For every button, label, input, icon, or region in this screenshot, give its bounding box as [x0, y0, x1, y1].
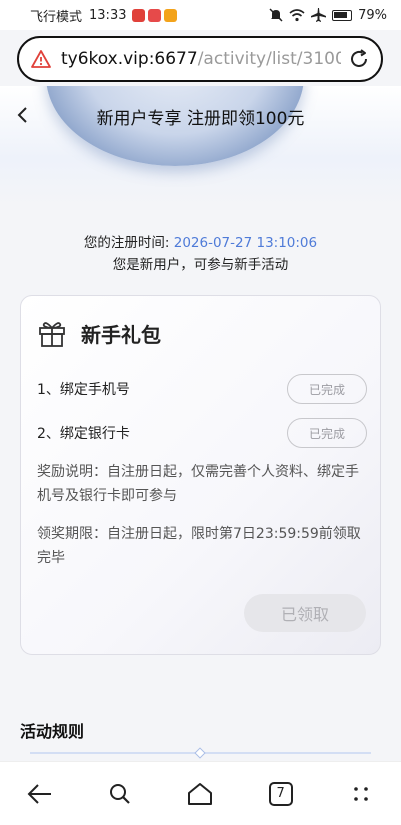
status-right: 79%	[269, 8, 387, 23]
page-header: 新用户专享 注册即领100元	[0, 94, 401, 138]
registration-info: 您的注册时间: 2026-07-27 13:10:06 您是新用户，可参与新手活…	[0, 232, 401, 276]
browser-bottom-nav: 7	[0, 761, 401, 825]
url-text[interactable]: ty6kox.vip:6677/activity/list/3100(	[61, 49, 341, 69]
tabs-button[interactable]: 7	[261, 774, 301, 814]
app-red-badge-icon	[132, 8, 146, 22]
status-time: 13:33	[89, 7, 127, 23]
warning-icon[interactable]	[31, 49, 51, 69]
new-user-note: 您是新用户，可参与新手活动	[112, 257, 289, 273]
registration-time: 2026-07-27 13:10:06	[173, 235, 318, 251]
url-host: ty6kox.vip:6677	[61, 49, 198, 69]
task-status-button[interactable]: 已完成	[287, 418, 367, 448]
wifi-icon	[289, 8, 305, 21]
status-left: 飞行模式 13:33	[30, 6, 178, 25]
task-status-button[interactable]: 已完成	[287, 374, 367, 404]
address-bar[interactable]: ty6kox.vip:6677/activity/list/3100(	[17, 36, 383, 82]
newbie-gift-card: 新手礼包 1、绑定手机号 已完成 2、绑定银行卡 已完成 奖励说明：自注册日起，…	[20, 295, 381, 655]
card-header: 新手礼包	[37, 318, 161, 348]
deadline-description: 领奖期限：自注册日起，限时第7日23:59:59前领取完毕	[37, 526, 361, 566]
app-orange-badge-icon	[164, 8, 178, 22]
tabs-count: 7	[268, 781, 293, 806]
reload-icon[interactable]	[347, 47, 371, 71]
rules-title: 活动规则	[20, 722, 85, 741]
task-row-bind-phone: 1、绑定手机号 已完成	[37, 374, 367, 404]
app-red-badge-icon	[148, 8, 162, 22]
gift-icon	[39, 322, 65, 347]
url-path: /activity/list/3100(	[197, 49, 341, 69]
battery-icon	[332, 9, 353, 21]
status-bar: 飞行模式 13:33 79%	[0, 0, 401, 30]
arrow-left-icon	[27, 783, 52, 804]
battery-percent: 79%	[358, 7, 387, 23]
registration-time-label: 您的注册时间:	[83, 235, 170, 251]
reward-description: 奖励说明：自注册日起，仅需完善个人资料、绑定手机号及银行卡即可参与	[37, 464, 359, 504]
search-button[interactable]	[100, 774, 140, 814]
search-icon	[110, 783, 131, 804]
task-label: 1、绑定手机号	[37, 382, 130, 398]
home-button[interactable]	[180, 774, 220, 814]
card-title: 新手礼包	[81, 322, 161, 347]
airplane-mode-label: 飞行模式	[30, 9, 83, 25]
registration-time-line: 您的注册时间: 2026-07-27 13:10:06	[0, 232, 401, 254]
home-icon	[188, 782, 213, 805]
back-chevron-icon[interactable]	[14, 106, 32, 124]
mute-icon	[269, 8, 283, 22]
airplane-icon	[311, 8, 327, 22]
more-menu-button[interactable]	[341, 774, 381, 814]
more-dots-icon	[354, 786, 368, 801]
back-button[interactable]	[20, 774, 60, 814]
claimed-button[interactable]: 已领取	[244, 594, 366, 632]
task-label: 2、绑定银行卡	[37, 426, 130, 442]
rules-divider-ornament	[194, 747, 206, 759]
page-title: 新用户专享 注册即领100元	[96, 108, 305, 129]
task-row-bind-bank-card: 2、绑定银行卡 已完成	[37, 418, 367, 448]
